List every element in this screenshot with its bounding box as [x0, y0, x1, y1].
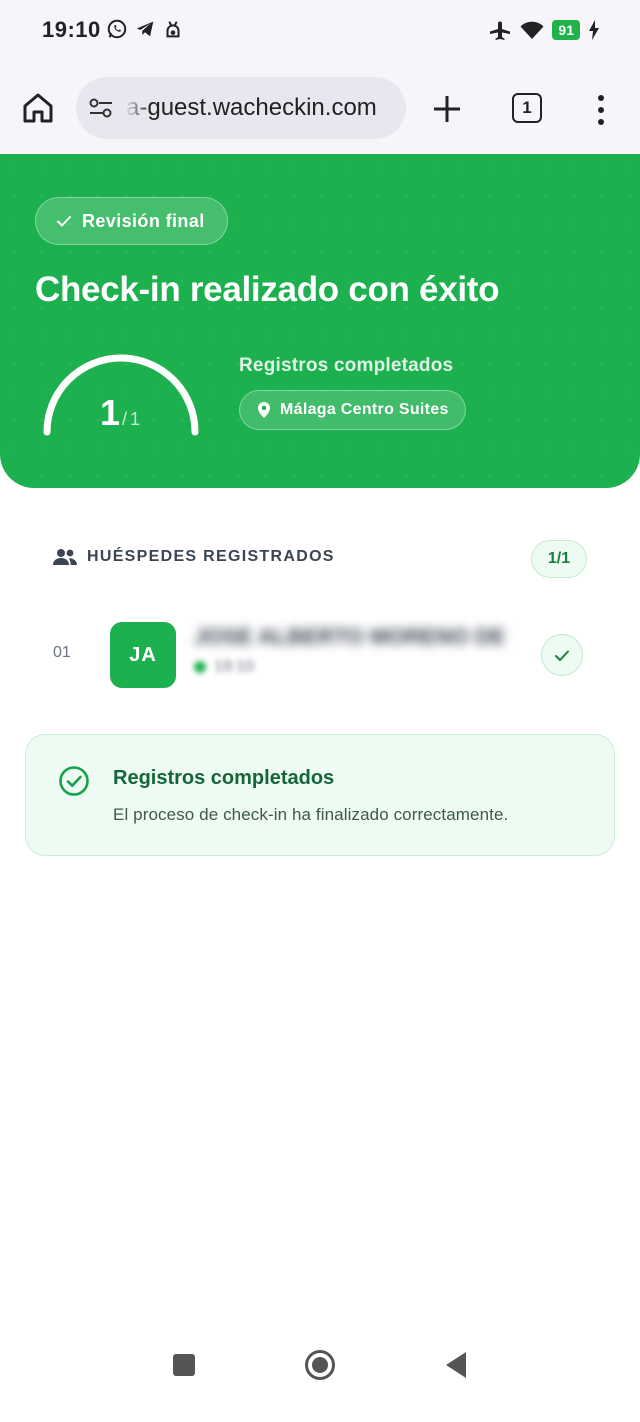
- page-title: Check-in realizado con éxito: [35, 270, 500, 309]
- whatsapp-icon: [107, 19, 127, 39]
- hero-banner: Revisión final Check-in realizado con éx…: [0, 154, 640, 488]
- more-options-icon[interactable]: [590, 93, 612, 127]
- completion-card: Registros completados El proceso de chec…: [25, 734, 615, 856]
- completed-count: 1: [100, 392, 121, 433]
- system-nav-bar: [0, 1342, 640, 1422]
- guest-row[interactable]: 01 JA JOSE ALBERTO MORENO DE LA 19:10: [0, 620, 640, 690]
- progress-label: Registros completados: [239, 355, 454, 376]
- check-icon: [57, 216, 71, 227]
- guest-meta: 19:10: [194, 658, 254, 676]
- back-button[interactable]: [444, 1350, 468, 1380]
- wifi-icon: [520, 21, 544, 39]
- url-text: a-guest.wacheckin.com: [126, 94, 377, 121]
- location-pin-icon: [258, 402, 270, 418]
- status-time: 19:10: [42, 17, 101, 42]
- battery-icon: 91: [552, 20, 580, 40]
- charging-icon: [589, 20, 599, 40]
- status-dot-icon: [194, 661, 206, 673]
- gauge-count: 1/1: [100, 392, 141, 433]
- guest-name: JOSE ALBERTO MORENO DE LA: [194, 624, 504, 649]
- guest-status-check: [541, 634, 583, 676]
- guest-number: 01: [53, 644, 71, 661]
- guests-count-badge: 1/1: [531, 540, 587, 578]
- location-badge: Málaga Centro Suites: [239, 390, 466, 430]
- recents-button[interactable]: [173, 1354, 195, 1376]
- location-label: Málaga Centro Suites: [280, 401, 449, 418]
- airplane-icon: [490, 21, 511, 40]
- android-icon: [166, 21, 180, 38]
- total-count: 1: [130, 409, 141, 429]
- check-circle-icon: [59, 766, 89, 796]
- completion-text: El proceso de check-in ha finalizado cor…: [113, 805, 509, 824]
- check-icon: [555, 650, 569, 661]
- completion-title: Registros completados: [113, 767, 335, 789]
- guests-section-header: HUÉSPEDES REGISTRADOS: [53, 548, 335, 566]
- guests-section-title: HUÉSPEDES REGISTRADOS: [87, 548, 335, 565]
- status-bar: 19:10 91: [0, 0, 640, 60]
- tab-switcher-button[interactable]: 1: [512, 93, 542, 123]
- new-tab-icon[interactable]: [430, 92, 464, 126]
- home-button[interactable]: [304, 1349, 336, 1381]
- system-icons: 91: [488, 18, 600, 42]
- users-icon: [53, 549, 77, 565]
- home-icon[interactable]: [20, 90, 56, 126]
- address-bar[interactable]: a-guest.wacheckin.com: [76, 77, 406, 139]
- avatar: JA: [110, 622, 176, 688]
- notification-icons: [106, 18, 184, 40]
- site-settings-icon[interactable]: [88, 97, 114, 119]
- step-label: Revisión final: [82, 210, 205, 231]
- guest-time: 19:10: [214, 658, 255, 675]
- step-badge: Revisión final: [35, 197, 228, 245]
- browser-toolbar: a-guest.wacheckin.com 1: [0, 60, 640, 154]
- telegram-icon: [136, 21, 154, 37]
